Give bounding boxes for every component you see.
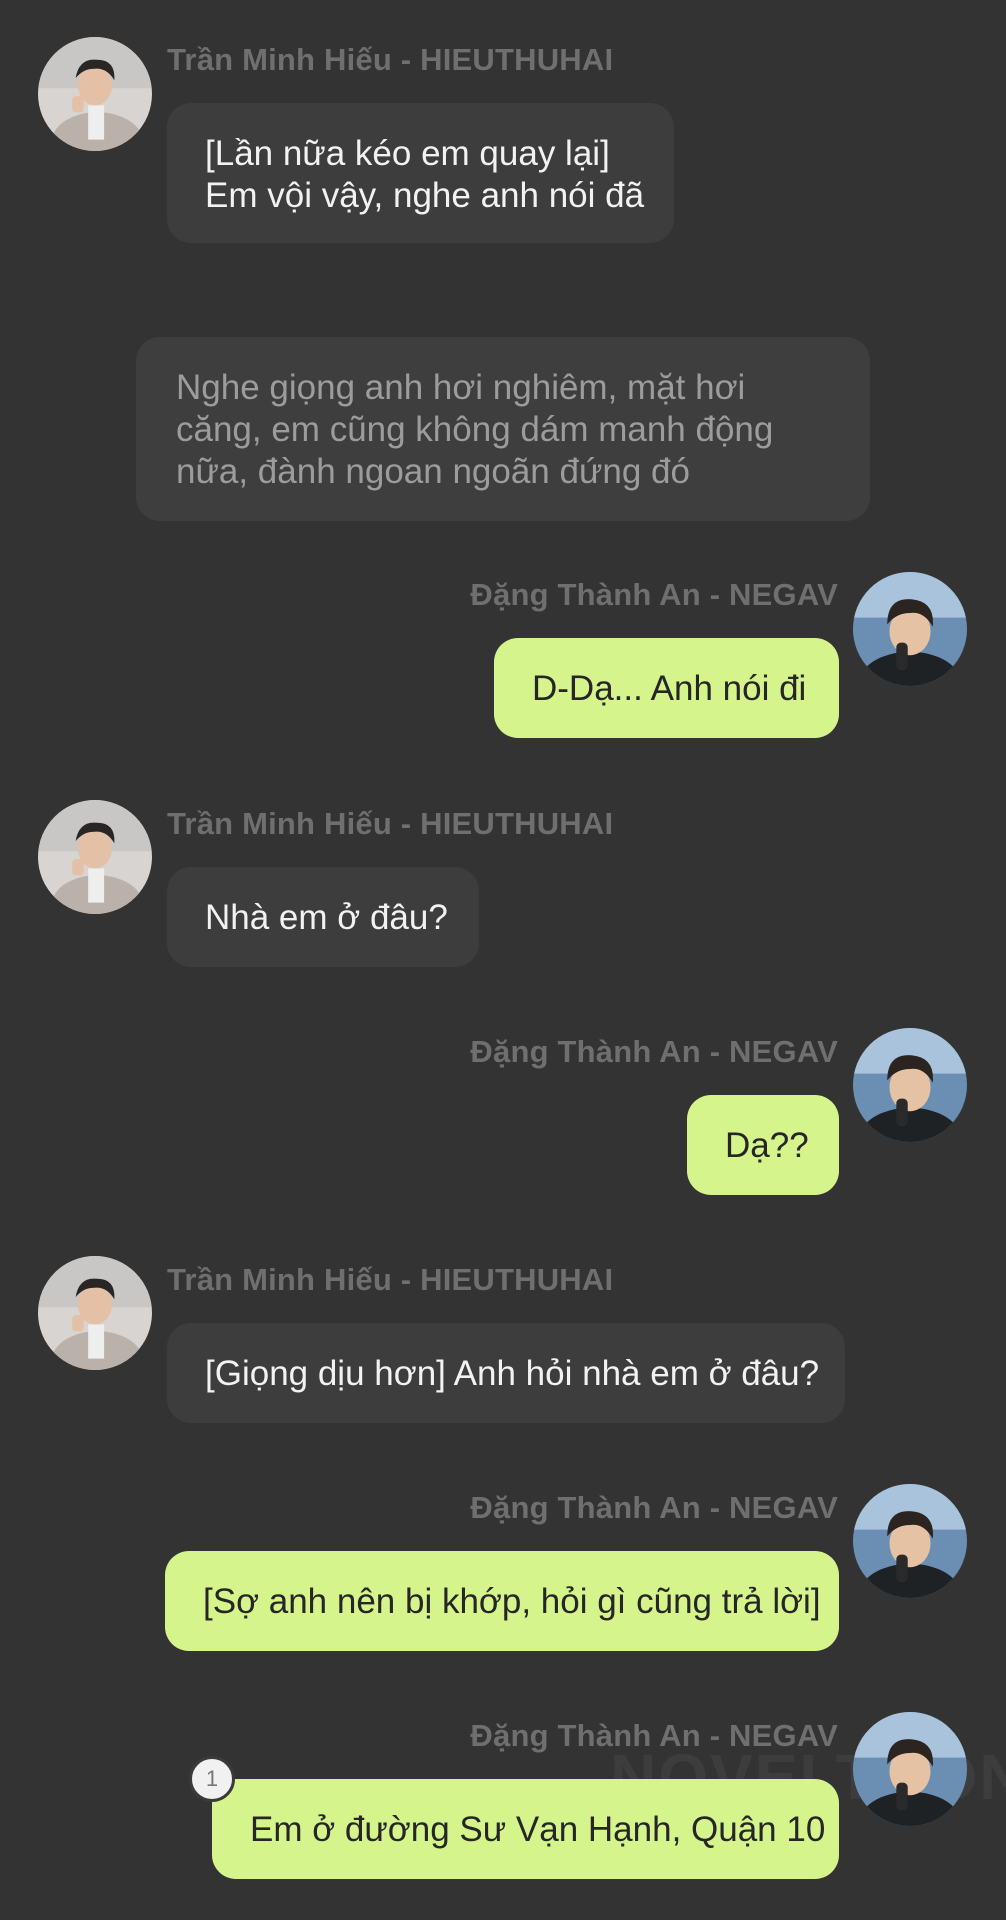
message-bubble[interactable]: [Sợ anh nên bị khớp, hỏi gì cũng trả lời… xyxy=(165,1551,839,1651)
avatar-negav[interactable] xyxy=(853,1712,967,1826)
narration-text: nữa, đành ngoan ngoãn đứng đó xyxy=(176,452,690,491)
message-text: [Sợ anh nên bị khớp, hỏi gì cũng trả lời… xyxy=(203,1582,821,1621)
narration-text: căng, em cũng không dám manh động xyxy=(176,410,774,449)
message-text: Nhà em ở đâu? xyxy=(205,898,448,937)
avatar-negav-icon xyxy=(853,1712,967,1826)
narration-box[interactable]: Nghe giọng anh hơi nghiêm, mặt hơi căng,… xyxy=(136,337,870,521)
message-text: [Lần nữa kéo em quay lại] xyxy=(205,134,610,173)
avatar-negav[interactable] xyxy=(853,1484,967,1598)
avatar-hieuthuhai-icon xyxy=(38,1256,152,1370)
sender-name: Trần Minh Hiếu - HIEUTHUHAI xyxy=(167,42,614,77)
sender-name: Đặng Thành An - NEGAV xyxy=(470,1034,838,1069)
message-text: Dạ?? xyxy=(725,1126,809,1165)
avatar-hieuthuhai-icon xyxy=(38,800,152,914)
sender-name: Trần Minh Hiếu - HIEUTHUHAI xyxy=(167,806,614,841)
sender-name: Đặng Thành An - NEGAV xyxy=(470,1718,838,1753)
message-bubble[interactable]: Em ở đường Sư Vạn Hạnh, Quận 10 xyxy=(212,1779,839,1879)
unread-count-badge: 1 xyxy=(189,1756,235,1802)
sender-name: Trần Minh Hiếu - HIEUTHUHAI xyxy=(167,1262,614,1297)
message-text: D-Dạ... Anh nói đi xyxy=(532,669,807,708)
sender-name: Đặng Thành An - NEGAV xyxy=(470,577,838,612)
message-bubble[interactable]: [Giọng dịu hơn] Anh hỏi nhà em ở đâu? xyxy=(167,1323,845,1423)
sender-name: Đặng Thành An - NEGAV xyxy=(470,1490,838,1525)
avatar-hieuthuhai[interactable] xyxy=(38,800,152,914)
message-text: Em vội vậy, nghe anh nói đã xyxy=(205,176,645,215)
avatar-negav[interactable] xyxy=(853,1028,967,1142)
message-text: Em ở đường Sư Vạn Hạnh, Quận 10 xyxy=(250,1810,826,1849)
avatar-negav-icon xyxy=(853,572,967,686)
avatar-hieuthuhai-icon xyxy=(38,37,152,151)
avatar-negav-icon xyxy=(853,1484,967,1598)
message-bubble[interactable]: D-Dạ... Anh nói đi xyxy=(494,638,839,738)
avatar-negav[interactable] xyxy=(853,572,967,686)
message-text: [Giọng dịu hơn] Anh hỏi nhà em ở đâu? xyxy=(205,1354,820,1393)
avatar-hieuthuhai[interactable] xyxy=(38,1256,152,1370)
message-bubble[interactable]: [Lần nữa kéo em quay lại] Em vội vậy, ng… xyxy=(167,103,674,243)
message-bubble[interactable]: Nhà em ở đâu? xyxy=(167,867,479,967)
narration-text: Nghe giọng anh hơi nghiêm, mặt hơi xyxy=(176,368,746,407)
avatar-negav-icon xyxy=(853,1028,967,1142)
avatar-hieuthuhai[interactable] xyxy=(38,37,152,151)
message-bubble[interactable]: Dạ?? xyxy=(687,1095,839,1195)
